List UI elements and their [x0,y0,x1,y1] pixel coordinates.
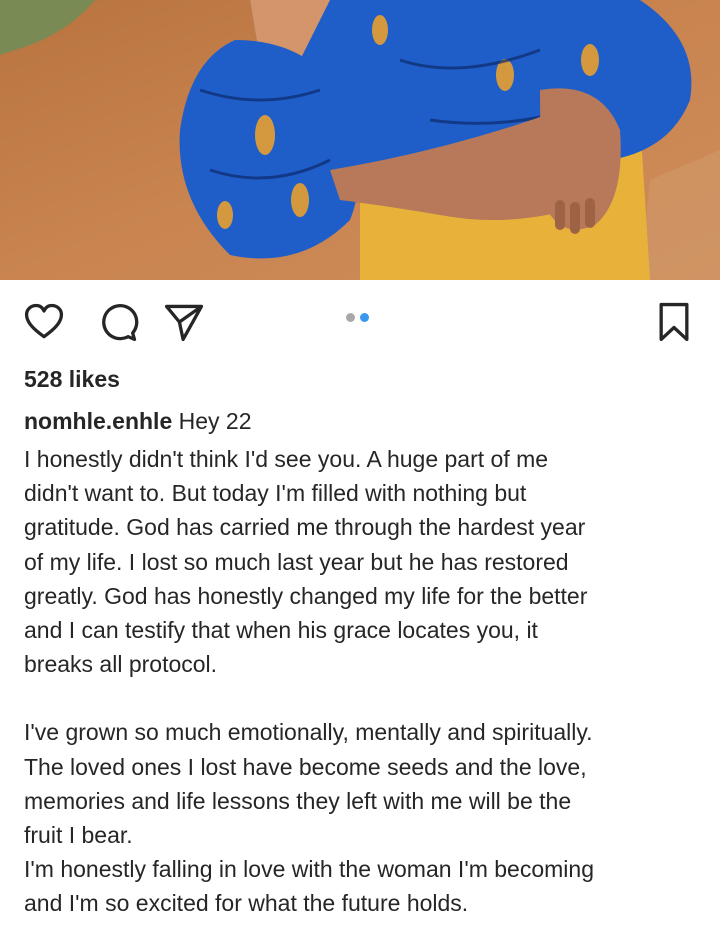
carousel-dot [346,313,355,322]
caption-line: and I'm so excited for what the future h… [24,890,469,917]
caption-line: I honestly didn't think I'd see you. A h… [24,446,549,472]
like-button[interactable] [22,300,66,344]
post-username[interactable]: nomhle.enhle [24,408,172,434]
caption-paragraph: I've grown so much emotionally, mentally… [24,715,714,920]
caption-line: fruit I bear. [24,822,133,849]
caption-title: Hey 22 [178,408,252,434]
send-icon [164,304,204,342]
likes-count[interactable]: 528 likes [24,366,120,393]
comment-button[interactable] [96,300,140,344]
caption-header: nomhle.enhle Hey 22 [24,404,252,438]
caption-line: and I can testify that when his grace lo… [24,617,538,644]
caption-line: didn't want to. But today I'm filled wit… [24,480,527,507]
heart-icon [24,303,64,339]
share-button[interactable] [162,300,206,344]
bookmark-icon [659,302,689,342]
post-image-illustration [0,0,720,280]
caption-body: I honestly didn't think I'd see you. A h… [24,442,714,921]
comment-icon [102,304,139,342]
save-button[interactable] [652,300,696,344]
caption-line: greatly. God has honestly changed my lif… [24,582,588,609]
post-photo[interactable] [0,0,720,280]
caption-line: of my life. I lost so much last year but… [24,548,569,575]
caption-line: I'm honestly falling in love with the wo… [24,856,594,883]
caption-line: gratitude. God has carried me through th… [24,514,586,541]
caption-line: memories and life lessons they left with… [24,787,572,814]
caption-line: I've grown so much emotionally, mentally… [24,719,593,746]
caption-line: breaks all protocol. [24,651,218,678]
carousel-dot-active [360,313,369,322]
caption-line: The loved ones I lost have become seeds … [24,753,587,780]
caption-paragraph: I honestly didn't think I'd see you. A h… [24,442,714,681]
